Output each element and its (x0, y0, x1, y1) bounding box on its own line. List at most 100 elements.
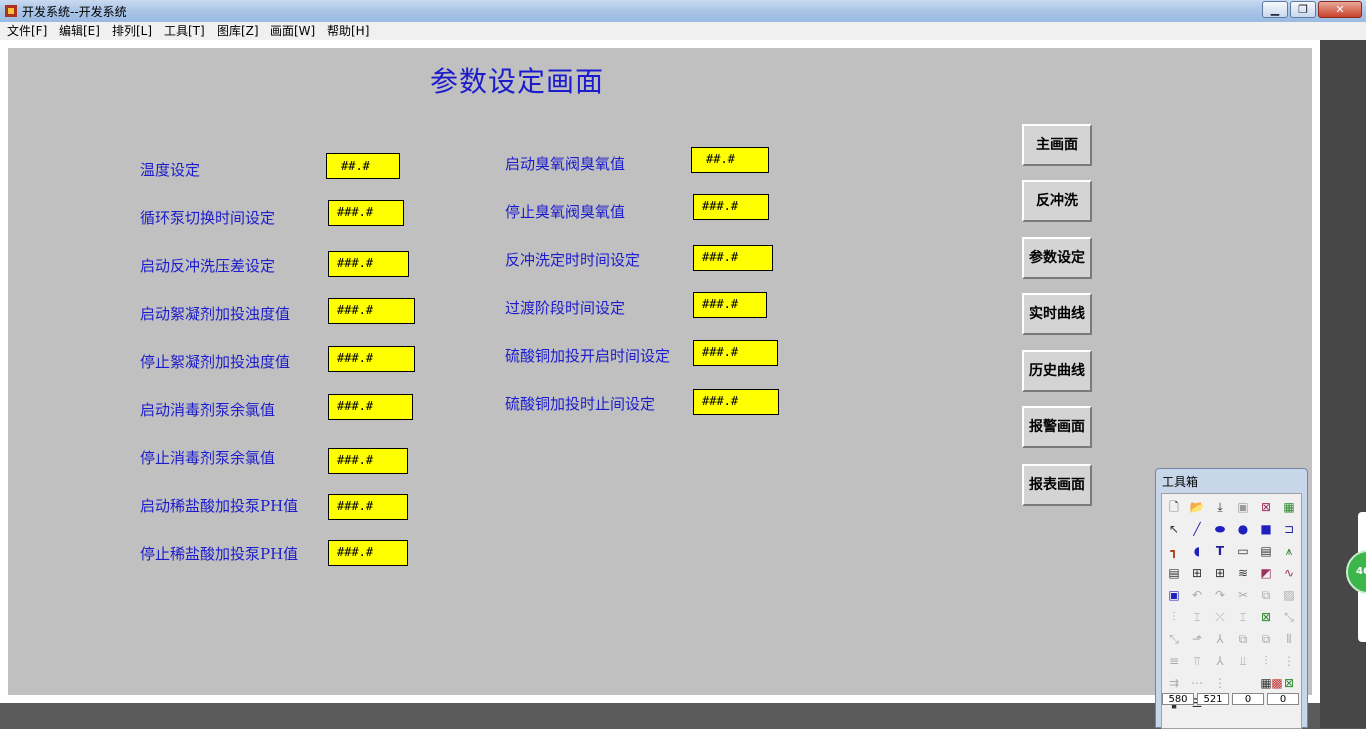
combine-icon[interactable]: ⊠ (1257, 608, 1275, 626)
redo-icon[interactable]: ↷ (1211, 586, 1229, 604)
hspace-icon[interactable]: ⋯ (1188, 674, 1206, 692)
toolbox-title: 工具箱 (1162, 475, 1199, 489)
back-icon[interactable]: ⧉ (1257, 630, 1275, 648)
param-value-field[interactable]: ###.# (693, 194, 769, 220)
line-icon[interactable]: ╱ (1188, 520, 1206, 538)
undo-icon[interactable]: ↶ (1188, 586, 1206, 604)
paste-icon[interactable]: ▨ (1280, 586, 1298, 604)
distribute-icon[interactable]: ⫶ (1257, 652, 1275, 670)
param-value-field[interactable]: ###.# (693, 389, 779, 415)
nav-button-params[interactable]: 参数设定 (1022, 237, 1092, 279)
param-label: 启动臭氧阀臭氧值 (505, 155, 626, 173)
magic-icon[interactable]: ∿ (1280, 564, 1298, 582)
menu-file[interactable]: 文件[F] (7, 22, 47, 40)
nav-button-alarm[interactable]: 报警画面 (1022, 406, 1092, 448)
split-icon[interactable]: ⤡ (1280, 608, 1298, 626)
nav-button-realtime-curve[interactable]: 实时曲线 (1022, 293, 1092, 335)
param-value-field[interactable]: ##.# (326, 153, 400, 179)
coord-x: 580 (1162, 693, 1194, 705)
menu-arrange[interactable]: 排列[L] (112, 22, 152, 40)
align-right-icon[interactable]: ⫪ (1188, 652, 1206, 670)
param-label: 启动消毒剂泵余氯值 (140, 401, 276, 419)
trend-icon[interactable]: ≋ (1234, 564, 1252, 582)
page-title: 参数设定画面 (430, 65, 605, 98)
menu-screen[interactable]: 画面[W] (270, 22, 315, 40)
flip-icon[interactable]: ⬏ (1188, 630, 1206, 648)
param-value-field[interactable]: ###.# (328, 200, 404, 226)
rotate-icon[interactable]: ⤡ (1165, 630, 1183, 648)
param-label: 停止稀盐酸加投泵PH值 (140, 545, 299, 563)
nav-button-history-curve[interactable]: 历史曲线 (1022, 350, 1092, 392)
param-label: 启动反冲洗压差设定 (140, 257, 276, 275)
param-value-field[interactable]: ###.# (328, 298, 415, 324)
new-file-icon[interactable]: 🗋 (1165, 498, 1183, 516)
param-value-field[interactable]: ###.# (328, 394, 413, 420)
save-icon[interactable]: ▣ (1234, 498, 1252, 516)
param-value-field[interactable]: ###.# (328, 251, 409, 277)
chart-icon[interactable]: ⊠ (1257, 498, 1275, 516)
import-icon[interactable]: ⤓ (1211, 498, 1229, 516)
merge-icon[interactable]: ⌶ (1234, 608, 1252, 626)
coord-width: 0 (1232, 693, 1264, 705)
front-icon[interactable]: ⧉ (1234, 630, 1252, 648)
ungroup-icon[interactable]: ⤫ (1211, 608, 1229, 626)
param-label: 启动稀盐酸加投泵PH值 (140, 497, 299, 515)
nav-button-backwash[interactable]: 反冲洗 (1022, 180, 1092, 222)
text-icon[interactable]: T (1211, 542, 1229, 560)
align-bottom-icon[interactable]: ⫫ (1234, 652, 1252, 670)
restore-button[interactable]: ❐ (1290, 1, 1316, 18)
align-left-icon[interactable]: ≡ (1165, 652, 1183, 670)
copy-icon[interactable]: ⧉ (1257, 586, 1275, 604)
color-grid-icon[interactable]: ⊠ (1280, 674, 1298, 692)
menu-help[interactable]: 帮助[H] (327, 22, 369, 40)
param-value-field[interactable]: ##.# (691, 147, 769, 173)
menu-tools[interactable]: 工具[T] (164, 22, 205, 40)
circle-icon[interactable]: ● (1234, 520, 1252, 538)
vspace-icon[interactable]: ⋮ (1211, 674, 1229, 692)
align-middle-icon[interactable]: ⅄ (1211, 652, 1229, 670)
bitmap-icon[interactable]: ▤ (1257, 542, 1275, 560)
nav-button-report[interactable]: 报表画面 (1022, 464, 1092, 506)
param-label: 启动絮凝剂加投浊度值 (140, 305, 291, 323)
rectangle-icon[interactable]: ■ (1257, 520, 1275, 538)
person-icon[interactable]: ⩚ (1280, 542, 1298, 560)
group-icon[interactable]: ⌶ (1188, 608, 1206, 626)
grid-icon[interactable]: ▦ (1280, 498, 1298, 516)
align-top-icon[interactable]: ⫶ (1165, 608, 1183, 626)
pipe-icon[interactable]: ┓ (1165, 542, 1183, 560)
param-value-field[interactable]: ###.# (693, 292, 767, 318)
ellipse-arc-icon[interactable]: ⬬ (1211, 520, 1229, 538)
button-icon[interactable]: ▣ (1165, 586, 1183, 604)
hdistribute-icon[interactable]: ⋮ (1280, 652, 1298, 670)
nav-button-main[interactable]: 主画面 (1022, 124, 1092, 166)
close-button[interactable]: ✕ (1318, 1, 1362, 18)
window-title: 开发系统--开发系统 (22, 5, 127, 19)
param-value-field[interactable]: ###.# (328, 448, 408, 474)
control-icon[interactable]: ⊞ (1211, 564, 1229, 582)
pointer-icon[interactable]: ↖ (1165, 520, 1183, 538)
open-folder-icon[interactable]: 📂 (1188, 498, 1206, 516)
param-value-field[interactable]: ###.# (693, 245, 773, 271)
param-value-field[interactable]: ###.# (328, 346, 415, 372)
polyline-icon[interactable]: ⊐ (1280, 520, 1298, 538)
tree-icon[interactable]: ⅄ (1211, 630, 1229, 648)
center-icon[interactable]: ⫴ (1280, 630, 1298, 648)
cut-icon[interactable]: ✂ (1234, 586, 1252, 604)
coord-y: 521 (1197, 693, 1229, 705)
symbol-icon[interactable]: ⊞ (1188, 564, 1206, 582)
same-width-icon[interactable]: ⇉ (1165, 674, 1183, 692)
menu-edit[interactable]: 编辑[E] (59, 22, 100, 40)
rounded-rect-icon[interactable]: ▭ (1234, 542, 1252, 560)
alarm-window-icon[interactable]: ◩ (1257, 564, 1275, 582)
menu-gallery[interactable]: 图库[Z] (217, 22, 259, 40)
toolbox-panel[interactable]: 工具箱 🗋 📂 ⤓ ▣ ⊠ ▦ ↖ ╱ ⬬ ● ■ ⊐ ┓ ◖ T ▭ ▤ ⩚ … (1155, 468, 1308, 729)
minimize-button[interactable]: ▁ (1262, 1, 1288, 18)
param-value-field[interactable]: ###.# (328, 540, 408, 566)
param-value-field[interactable]: ###.# (693, 340, 778, 366)
app-icon (5, 5, 17, 17)
param-value-field[interactable]: ###.# (328, 494, 408, 520)
title-bar: 开发系统--开发系统 ▁ ❐ ✕ (0, 0, 1366, 23)
report-icon[interactable]: ▤ (1165, 564, 1183, 582)
param-label: 停止臭氧阀臭氧值 (505, 203, 626, 221)
sector-icon[interactable]: ◖ (1188, 542, 1206, 560)
